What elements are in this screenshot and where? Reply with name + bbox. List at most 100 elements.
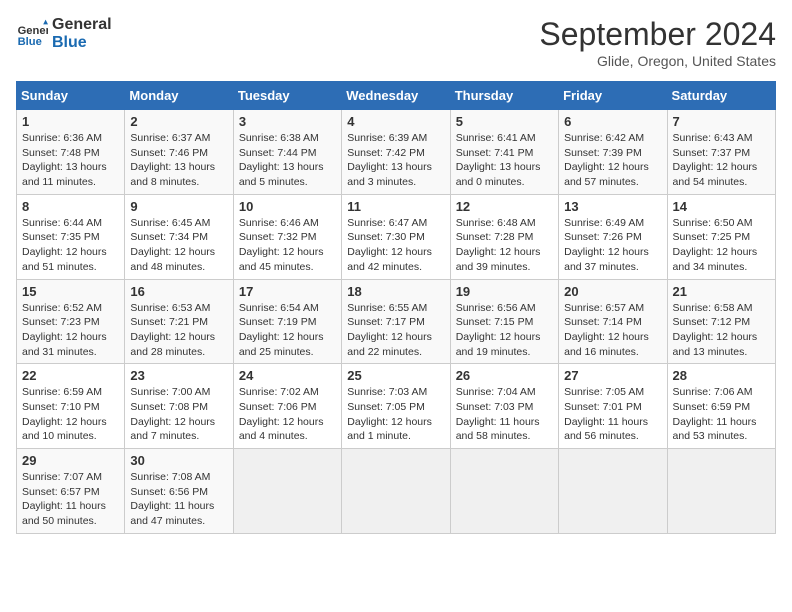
header-monday: Monday xyxy=(125,82,233,110)
header-thursday: Thursday xyxy=(450,82,558,110)
day-info: Sunrise: 6:54 AMSunset: 7:19 PMDaylight:… xyxy=(239,301,336,360)
calendar-cell: 26 Sunrise: 7:04 AMSunset: 7:03 PMDayligh… xyxy=(450,364,558,449)
calendar-cell: 3Sunrise: 6:38 AMSunset: 7:44 PMDaylight… xyxy=(233,110,341,195)
month-title: September 2024 xyxy=(539,16,776,53)
calendar-cell: 20 Sunrise: 6:57 AMSunset: 7:14 PMDayligh… xyxy=(559,279,667,364)
logo-general: General xyxy=(52,16,112,34)
calendar-cell: 14Sunrise: 6:50 AMSunset: 7:25 PMDayligh… xyxy=(667,194,775,279)
calendar-cell: 11 Sunrise: 6:47 AMSunset: 7:30 PMDayligh… xyxy=(342,194,450,279)
day-info: Sunrise: 6:55 AMSunset: 7:17 PMDaylight:… xyxy=(347,301,444,360)
day-info: Sunrise: 6:53 AMSunset: 7:21 PMDaylight:… xyxy=(130,301,227,360)
calendar-cell: 21 Sunrise: 6:58 AMSunset: 7:12 PMDayligh… xyxy=(667,279,775,364)
day-info: Sunrise: 7:07 AMSunset: 6:57 PMDaylight:… xyxy=(22,470,119,529)
calendar-cell: 28Sunrise: 7:06 AMSunset: 6:59 PMDayligh… xyxy=(667,364,775,449)
calendar-table: SundayMondayTuesdayWednesdayThursdayFrid… xyxy=(16,81,776,534)
day-number: 30 xyxy=(130,453,227,468)
calendar-cell: 17Sunrise: 6:54 AMSunset: 7:19 PMDayligh… xyxy=(233,279,341,364)
day-number: 5 xyxy=(456,114,553,129)
day-number: 29 xyxy=(22,453,119,468)
day-number: 13 xyxy=(564,199,661,214)
calendar-cell: 30 Sunrise: 7:08 AMSunset: 6:56 PMDayligh… xyxy=(125,449,233,534)
calendar-cell: 27Sunrise: 7:05 AMSunset: 7:01 PMDayligh… xyxy=(559,364,667,449)
week-row: 8 Sunrise: 6:44 AMSunset: 7:35 PMDaylight… xyxy=(17,194,776,279)
calendar-cell: 10 Sunrise: 6:46 AMSunset: 7:32 PMDayligh… xyxy=(233,194,341,279)
calendar-cell: 19 Sunrise: 6:56 AMSunset: 7:15 PMDayligh… xyxy=(450,279,558,364)
day-number: 19 xyxy=(456,284,553,299)
calendar-cell: 16 Sunrise: 6:53 AMSunset: 7:21 PMDayligh… xyxy=(125,279,233,364)
calendar-cell xyxy=(667,449,775,534)
day-number: 12 xyxy=(456,199,553,214)
day-number: 11 xyxy=(347,199,444,214)
logo-icon: General Blue xyxy=(16,18,48,50)
day-info: Sunrise: 7:06 AMSunset: 6:59 PMDaylight:… xyxy=(673,385,770,444)
day-number: 2 xyxy=(130,114,227,129)
day-number: 16 xyxy=(130,284,227,299)
day-info: Sunrise: 6:42 AMSunset: 7:39 PMDaylight:… xyxy=(564,131,661,190)
calendar-cell: 13 Sunrise: 6:49 AMSunset: 7:26 PMDayligh… xyxy=(559,194,667,279)
day-info: Sunrise: 6:43 AMSunset: 7:37 PMDaylight:… xyxy=(673,131,770,190)
svg-text:General: General xyxy=(18,25,48,37)
header-wednesday: Wednesday xyxy=(342,82,450,110)
calendar-cell: 25Sunrise: 7:03 AMSunset: 7:05 PMDayligh… xyxy=(342,364,450,449)
day-number: 1 xyxy=(22,114,119,129)
svg-text:Blue: Blue xyxy=(18,36,42,48)
week-row: 1 Sunrise: 6:36 AMSunset: 7:48 PMDaylight… xyxy=(17,110,776,195)
day-number: 22 xyxy=(22,368,119,383)
calendar-cell: 15 Sunrise: 6:52 AMSunset: 7:23 PMDayligh… xyxy=(17,279,125,364)
calendar-cell: 8 Sunrise: 6:44 AMSunset: 7:35 PMDaylight… xyxy=(17,194,125,279)
day-number: 3 xyxy=(239,114,336,129)
title-block: September 2024 Glide, Oregon, United Sta… xyxy=(539,16,776,69)
header-sunday: Sunday xyxy=(17,82,125,110)
day-info: Sunrise: 6:56 AMSunset: 7:15 PMDaylight:… xyxy=(456,301,553,360)
day-number: 9 xyxy=(130,199,227,214)
day-info: Sunrise: 6:44 AMSunset: 7:35 PMDaylight:… xyxy=(22,216,119,275)
calendar-cell: 5Sunrise: 6:41 AMSunset: 7:41 PMDaylight… xyxy=(450,110,558,195)
day-info: Sunrise: 7:02 AMSunset: 7:06 PMDaylight:… xyxy=(239,385,336,444)
day-number: 21 xyxy=(673,284,770,299)
day-info: Sunrise: 6:49 AMSunset: 7:26 PMDaylight:… xyxy=(564,216,661,275)
calendar-cell: 7 Sunrise: 6:43 AMSunset: 7:37 PMDaylight… xyxy=(667,110,775,195)
day-number: 27 xyxy=(564,368,661,383)
header-friday: Friday xyxy=(559,82,667,110)
day-info: Sunrise: 6:57 AMSunset: 7:14 PMDaylight:… xyxy=(564,301,661,360)
logo: General Blue General Blue xyxy=(16,16,112,52)
page-header: General Blue General Blue September 2024… xyxy=(16,16,776,69)
location: Glide, Oregon, United States xyxy=(539,53,776,69)
day-number: 10 xyxy=(239,199,336,214)
logo-blue: Blue xyxy=(52,34,112,52)
week-row: 29 Sunrise: 7:07 AMSunset: 6:57 PMDayligh… xyxy=(17,449,776,534)
day-info: Sunrise: 6:58 AMSunset: 7:12 PMDaylight:… xyxy=(673,301,770,360)
calendar-cell: 9Sunrise: 6:45 AMSunset: 7:34 PMDaylight… xyxy=(125,194,233,279)
calendar-cell: 2Sunrise: 6:37 AMSunset: 7:46 PMDaylight… xyxy=(125,110,233,195)
day-number: 4 xyxy=(347,114,444,129)
week-row: 15 Sunrise: 6:52 AMSunset: 7:23 PMDayligh… xyxy=(17,279,776,364)
calendar-cell: 1 Sunrise: 6:36 AMSunset: 7:48 PMDaylight… xyxy=(17,110,125,195)
day-info: Sunrise: 7:04 AMSunset: 7:03 PMDaylight:… xyxy=(456,385,553,444)
day-info: Sunrise: 6:47 AMSunset: 7:30 PMDaylight:… xyxy=(347,216,444,275)
header-tuesday: Tuesday xyxy=(233,82,341,110)
day-number: 7 xyxy=(673,114,770,129)
day-number: 8 xyxy=(22,199,119,214)
day-info: Sunrise: 7:08 AMSunset: 6:56 PMDaylight:… xyxy=(130,470,227,529)
calendar-cell: 29 Sunrise: 7:07 AMSunset: 6:57 PMDayligh… xyxy=(17,449,125,534)
calendar-cell: 6 Sunrise: 6:42 AMSunset: 7:39 PMDaylight… xyxy=(559,110,667,195)
day-number: 25 xyxy=(347,368,444,383)
calendar-cell: 12 Sunrise: 6:48 AMSunset: 7:28 PMDayligh… xyxy=(450,194,558,279)
calendar-cell xyxy=(342,449,450,534)
day-number: 6 xyxy=(564,114,661,129)
day-number: 26 xyxy=(456,368,553,383)
calendar-cell xyxy=(559,449,667,534)
day-info: Sunrise: 6:39 AMSunset: 7:42 PMDaylight:… xyxy=(347,131,444,190)
day-info: Sunrise: 6:52 AMSunset: 7:23 PMDaylight:… xyxy=(22,301,119,360)
calendar-cell xyxy=(450,449,558,534)
header-saturday: Saturday xyxy=(667,82,775,110)
day-info: Sunrise: 6:59 AMSunset: 7:10 PMDaylight:… xyxy=(22,385,119,444)
week-row: 22 Sunrise: 6:59 AMSunset: 7:10 PMDayligh… xyxy=(17,364,776,449)
day-number: 18 xyxy=(347,284,444,299)
day-info: Sunrise: 6:48 AMSunset: 7:28 PMDaylight:… xyxy=(456,216,553,275)
day-number: 15 xyxy=(22,284,119,299)
calendar-cell xyxy=(233,449,341,534)
day-number: 20 xyxy=(564,284,661,299)
day-info: Sunrise: 6:46 AMSunset: 7:32 PMDaylight:… xyxy=(239,216,336,275)
day-info: Sunrise: 6:36 AMSunset: 7:48 PMDaylight:… xyxy=(22,131,119,190)
